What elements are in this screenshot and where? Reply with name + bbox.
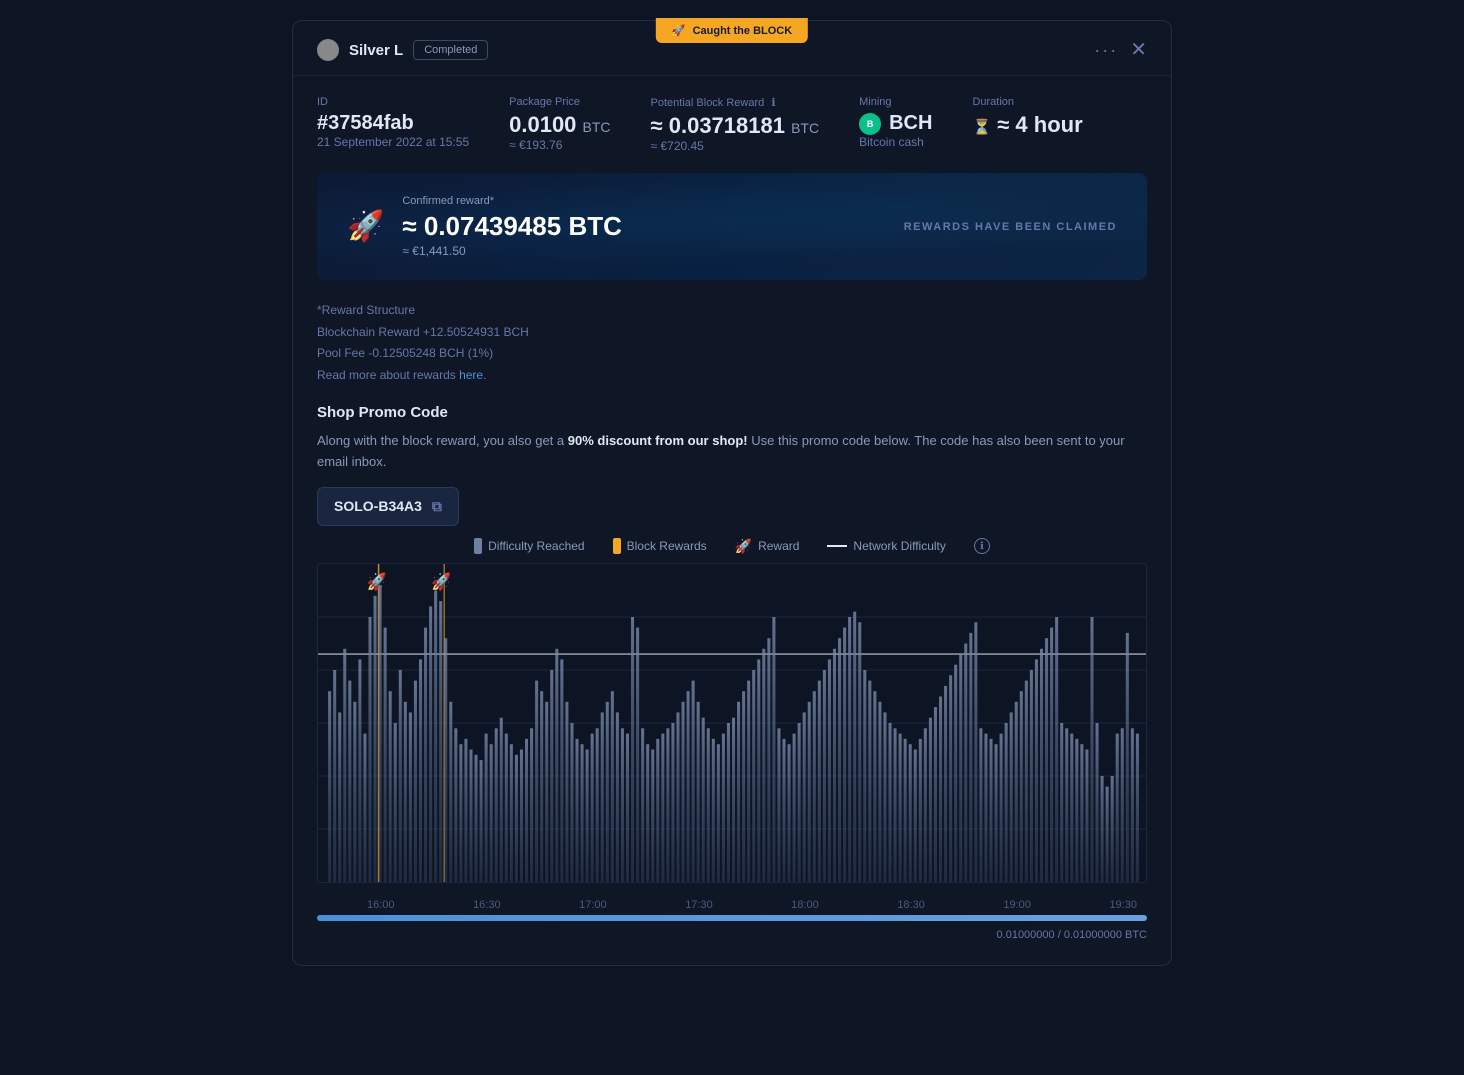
- reward-banner-left: 🚀 Confirmed reward* ≈ 0.07439485 BTC ≈ €…: [347, 195, 622, 258]
- difficulty-reached-dot: [474, 538, 482, 554]
- potential-reward-eur: ≈ €720.45: [651, 139, 820, 153]
- id-value: #37584fab: [317, 112, 469, 135]
- promo-desc-bold: 90% discount from our shop!: [568, 433, 748, 448]
- duration-text: ≈ 4 hour: [997, 112, 1082, 137]
- badge-rocket-icon: 🚀: [672, 25, 686, 37]
- time-label-6: 19:00: [1003, 899, 1031, 911]
- promo-code-text: SOLO-B34A3: [334, 498, 422, 514]
- bch-icon: B: [859, 113, 881, 135]
- reward-label: Reward: [758, 539, 799, 553]
- progress-bar-fill: [317, 915, 1147, 921]
- time-axis: 16:00 16:30 17:00 17:30 18:00 18:30 19:0…: [317, 893, 1147, 915]
- confirmed-reward-label: Confirmed reward*: [402, 195, 622, 207]
- username-label: Silver L: [349, 42, 403, 59]
- close-button[interactable]: ✕: [1130, 40, 1147, 60]
- mining-value: B BCH: [859, 112, 932, 135]
- time-label-1: 16:30: [473, 899, 501, 911]
- progress-bar-container: [317, 915, 1147, 921]
- promo-code-box[interactable]: SOLO-B34A3 ⧉: [317, 487, 459, 526]
- promo-title: Shop Promo Code: [317, 404, 1147, 421]
- mining-name: Bitcoin cash: [859, 135, 932, 149]
- id-date: 21 September 2022 at 15:55: [317, 135, 469, 149]
- id-label: ID: [317, 96, 469, 108]
- promo-desc-prefix: Along with the block reward, you also ge…: [317, 433, 568, 448]
- read-more-suffix: .: [483, 368, 486, 382]
- network-difficulty-line: [827, 545, 847, 547]
- confirmed-eur-amount: ≈ €1,441.50: [402, 244, 622, 258]
- potential-reward-amount: ≈ 0.03718181: [651, 113, 785, 138]
- claimed-text: REWARDS HAVE BEEN CLAIMED: [904, 221, 1117, 233]
- package-unit: BTC: [583, 119, 611, 135]
- package-section: Package Price 0.0100 BTC ≈ €193.76: [509, 96, 610, 153]
- user-avatar-icon: [317, 39, 339, 61]
- block-rewards-dot: [613, 538, 621, 554]
- mining-currency: BCH: [889, 112, 932, 135]
- reward-structure-title: *Reward Structure: [317, 300, 1147, 322]
- duration-label: Duration: [972, 96, 1082, 108]
- potential-reward-info-icon[interactable]: ℹ: [771, 96, 775, 109]
- rocket-marker-2: 🚀: [431, 571, 451, 591]
- duration-value: ⏳ ≈ 4 hour: [972, 112, 1082, 138]
- confirmed-btc-amount: ≈ 0.07439485 BTC: [402, 211, 622, 242]
- legend-reward: 🚀 Reward: [735, 538, 800, 555]
- package-value: 0.0100 BTC: [509, 112, 610, 138]
- potential-reward-label: Potential Block Reward ℹ: [651, 96, 820, 109]
- mining-section: Mining B BCH Bitcoin cash: [859, 96, 932, 153]
- read-more-link[interactable]: here: [459, 368, 483, 382]
- modal-dialog: Silver L Completed ··· ✕ ID #37584fab 21…: [292, 20, 1172, 966]
- chart-container: 🚀 🚀: [317, 563, 1147, 883]
- reward-text: Confirmed reward* ≈ 0.07439485 BTC ≈ €1,…: [402, 195, 622, 258]
- reward-rocket-legend-icon: 🚀: [735, 538, 752, 555]
- reward-banner: 🚀 Confirmed reward* ≈ 0.07439485 BTC ≈ €…: [317, 173, 1147, 280]
- copy-icon: ⧉: [432, 498, 442, 515]
- chart-svg: 🚀 🚀: [318, 564, 1146, 882]
- rocket-marker-1: 🚀: [366, 571, 386, 591]
- reward-rocket-icon: 🚀: [347, 209, 384, 244]
- chart-info-icon[interactable]: ℹ: [974, 538, 990, 554]
- reward-structure: *Reward Structure Blockchain Reward +12.…: [317, 300, 1147, 386]
- mining-label: Mining: [859, 96, 932, 108]
- header-right: ··· ✕: [1094, 40, 1147, 61]
- package-amount: 0.0100: [509, 112, 576, 137]
- badge-text: Caught the BLOCK: [693, 25, 793, 37]
- info-row: ID #37584fab 21 September 2022 at 15:55 …: [317, 96, 1147, 153]
- legend-block-rewards: Block Rewards: [613, 538, 707, 554]
- modal-body: ID #37584fab 21 September 2022 at 15:55 …: [293, 76, 1171, 965]
- legend-network-difficulty: Network Difficulty: [827, 539, 945, 553]
- promo-description: Along with the block reward, you also ge…: [317, 431, 1147, 473]
- read-more-prefix: Read more about rewards: [317, 368, 459, 382]
- block-rewards-label: Block Rewards: [627, 539, 707, 553]
- potential-reward-value: ≈ 0.03718181 BTC: [651, 113, 820, 139]
- pool-fee: Pool Fee -0.12505248 BCH (1%): [317, 343, 1147, 365]
- modal-wrapper: 🚀 Caught the BLOCK Silver L Completed ··…: [292, 20, 1172, 966]
- promo-section: Shop Promo Code Along with the block rew…: [317, 404, 1147, 526]
- time-label-5: 18:30: [897, 899, 925, 911]
- time-label-4: 18:00: [791, 899, 819, 911]
- read-more: Read more about rewards here.: [317, 365, 1147, 387]
- duration-section: Duration ⏳ ≈ 4 hour: [972, 96, 1082, 153]
- time-label-0: 16:00: [367, 899, 395, 911]
- chart-bars: [328, 585, 1139, 882]
- caught-block-badge: 🚀 Caught the BLOCK: [656, 18, 808, 43]
- difficulty-reached-label: Difficulty Reached: [488, 539, 585, 553]
- legend-difficulty-reached: Difficulty Reached: [474, 538, 585, 554]
- time-label-7: 19:30: [1109, 899, 1137, 911]
- potential-reward-unit: BTC: [791, 120, 819, 136]
- potential-reward-label-text: Potential Block Reward: [651, 97, 765, 109]
- time-label-2: 17:00: [579, 899, 607, 911]
- package-eur: ≈ €193.76: [509, 138, 610, 152]
- blockchain-reward: Blockchain Reward +12.50524931 BCH: [317, 322, 1147, 344]
- potential-reward-section: Potential Block Reward ℹ ≈ 0.03718181 BT…: [651, 96, 820, 153]
- more-options-button[interactable]: ···: [1094, 40, 1118, 61]
- chart-legend: Difficulty Reached Block Rewards 🚀 Rewar…: [317, 526, 1147, 563]
- progress-label: 0.01000000 / 0.01000000 BTC: [317, 929, 1147, 945]
- id-section: ID #37584fab 21 September 2022 at 15:55: [317, 96, 469, 153]
- network-difficulty-label: Network Difficulty: [853, 539, 945, 553]
- header-left: Silver L Completed: [317, 39, 488, 61]
- package-label: Package Price: [509, 96, 610, 108]
- time-label-3: 17:30: [685, 899, 713, 911]
- status-badge: Completed: [413, 40, 488, 60]
